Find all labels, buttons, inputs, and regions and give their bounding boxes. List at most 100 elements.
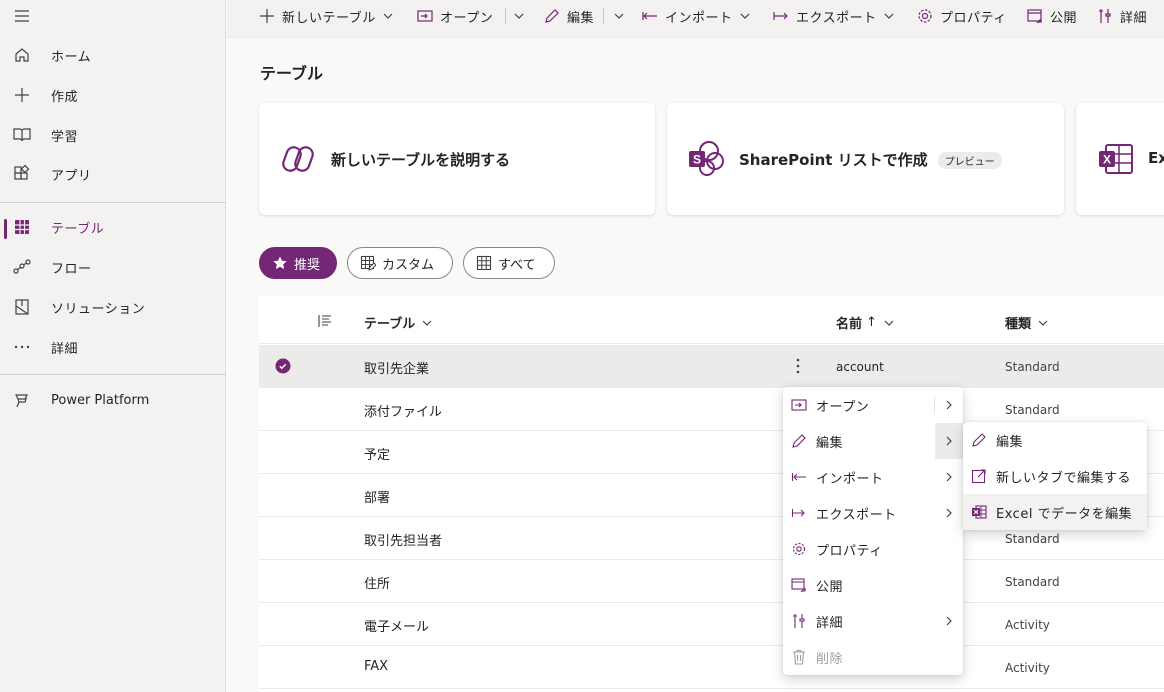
nav-item-label: Power Platform: [51, 392, 150, 408]
table-display-name[interactable]: 取引先企業: [364, 358, 429, 377]
submenu-item-edit-new-tab[interactable]: 新しいタブで編集する: [963, 458, 1147, 494]
table-display-name[interactable]: 部署: [364, 487, 390, 506]
filter-custom[interactable]: カスタム: [347, 247, 453, 279]
chevron-right-icon: [943, 507, 955, 519]
table-row[interactable]: 取引先企業 account Standard: [259, 345, 1164, 388]
submenu-item-edit-in-excel[interactable]: Excel でデータを編集: [963, 494, 1147, 530]
filter-recommended[interactable]: 推奨: [259, 247, 337, 279]
table-type: Standard: [1005, 532, 1060, 546]
menu-item-more[interactable]: 詳細: [783, 603, 963, 639]
menu-item-open[interactable]: オープン: [783, 387, 963, 423]
chevron-right-icon[interactable]: [943, 435, 955, 447]
more-commands-button[interactable]: 詳細: [1096, 0, 1147, 32]
menu-item-label: 詳細: [816, 615, 844, 631]
menu-item-label: 編集: [816, 435, 844, 451]
chevron-right-icon[interactable]: [943, 399, 955, 411]
table-grid-icon: [12, 217, 32, 237]
menu-item-label: プロパティ: [816, 543, 883, 559]
nav-item-more[interactable]: 詳細: [0, 329, 226, 365]
menu-item-import[interactable]: インポート: [783, 459, 963, 495]
more-options-icon[interactable]: [791, 357, 805, 375]
open-button[interactable]: オープン: [416, 0, 493, 32]
nav-item-tables[interactable]: テーブル: [0, 209, 226, 245]
column-header-table[interactable]: テーブル: [364, 313, 433, 332]
table-display-name[interactable]: FAX: [364, 659, 388, 674]
nav-item-flows[interactable]: フロー: [0, 249, 226, 285]
sharepoint-list-card[interactable]: S SharePoint リストで作成 プレビュー: [667, 103, 1064, 215]
row-selected-check-icon[interactable]: [275, 358, 291, 374]
menu-item-edit[interactable]: 編集: [783, 423, 963, 459]
table-type: Activity: [1005, 618, 1050, 632]
edit-dropdown-button[interactable]: [613, 0, 625, 32]
nav-item-label: フロー: [51, 261, 92, 277]
table-display-name[interactable]: 添付ファイル: [364, 401, 442, 420]
svg-text:X: X: [1103, 153, 1111, 167]
menu-item-publish[interactable]: 公開: [783, 567, 963, 603]
solution-icon: [12, 297, 32, 317]
table-display-name[interactable]: 取引先担当者: [364, 530, 442, 549]
tools-icon: [1096, 7, 1114, 25]
nav-divider: [0, 202, 226, 203]
nav-item-solutions[interactable]: ソリューション: [0, 289, 226, 325]
card-title-text: SharePoint リストで作成: [739, 151, 928, 169]
publish-label: 公開: [1050, 10, 1078, 26]
menu-item-label: エクスポート: [816, 507, 897, 523]
table-row[interactable]: 住所 Standard: [259, 560, 1164, 603]
nav-item-power-platform[interactable]: Power Platform: [0, 382, 226, 418]
column-header-label: 種類: [1005, 317, 1032, 332]
menu-item-export[interactable]: エクスポート: [783, 495, 963, 531]
table-display-name[interactable]: 住所: [364, 573, 390, 592]
table-row[interactable]: FAX Activity: [259, 646, 1164, 689]
chevron-down-icon: [613, 10, 625, 22]
excel-import-card[interactable]: X Ex: [1076, 103, 1164, 215]
trash-icon: [791, 649, 807, 665]
column-header-type[interactable]: 種類: [1005, 313, 1049, 332]
new-table-button[interactable]: 新しいテーブル: [258, 0, 394, 32]
nav-item-home[interactable]: ホーム: [0, 37, 226, 73]
publish-icon: [1026, 7, 1044, 25]
export-button[interactable]: エクスポート: [772, 0, 895, 32]
split-divider: [505, 8, 506, 24]
column-header-name[interactable]: 名前 ↑: [836, 313, 895, 332]
more-label: 詳細: [1120, 10, 1148, 26]
gear-icon: [791, 541, 807, 557]
edit-button[interactable]: 編集: [543, 0, 594, 32]
table-display-name[interactable]: 電子メール: [364, 616, 429, 635]
export-icon: [791, 505, 807, 521]
nav-item-apps[interactable]: アプリ: [0, 156, 226, 192]
table-display-name[interactable]: 予定: [364, 444, 390, 463]
card-title: Ex: [1148, 149, 1164, 167]
import-button[interactable]: インポート: [641, 0, 751, 32]
nav-item-create[interactable]: 作成: [0, 77, 226, 113]
describe-table-card[interactable]: 新しいテーブルを説明する: [259, 103, 655, 215]
open-icon: [791, 397, 807, 413]
filter-label: カスタム: [382, 257, 435, 273]
publish-button[interactable]: 公開: [1026, 0, 1077, 32]
pencil-icon: [971, 432, 987, 448]
import-icon: [791, 469, 807, 485]
filter-all[interactable]: すべて: [463, 247, 555, 279]
split-divider: [603, 8, 604, 24]
column-options-icon[interactable]: [317, 313, 333, 329]
submenu-item-edit[interactable]: 編集: [963, 422, 1147, 458]
hamburger-menu-icon[interactable]: [12, 6, 32, 26]
open-dropdown-button[interactable]: [513, 0, 525, 32]
menu-item-label: Excel でデータを編集: [996, 506, 1133, 522]
open-icon: [416, 7, 434, 25]
nav-item-label: 作成: [51, 89, 79, 105]
tools-icon: [791, 613, 807, 629]
sharepoint-icon: S: [687, 139, 727, 179]
chevron-down-icon: [513, 10, 525, 22]
table-type: Standard: [1005, 575, 1060, 589]
nav-item-learn[interactable]: 学習: [0, 117, 226, 153]
nav-divider: [0, 374, 226, 375]
menu-item-properties[interactable]: プロパティ: [783, 531, 963, 567]
properties-button[interactable]: プロパティ: [916, 0, 1007, 32]
nav-item-label: ホーム: [51, 49, 92, 65]
table-type: Standard: [1005, 360, 1060, 374]
flow-icon: [12, 257, 32, 277]
edit-label: 編集: [567, 10, 595, 26]
menu-item-delete: 削除: [783, 639, 963, 675]
table-row[interactable]: 電子メール Activity: [259, 603, 1164, 646]
plus-icon: [12, 85, 32, 105]
